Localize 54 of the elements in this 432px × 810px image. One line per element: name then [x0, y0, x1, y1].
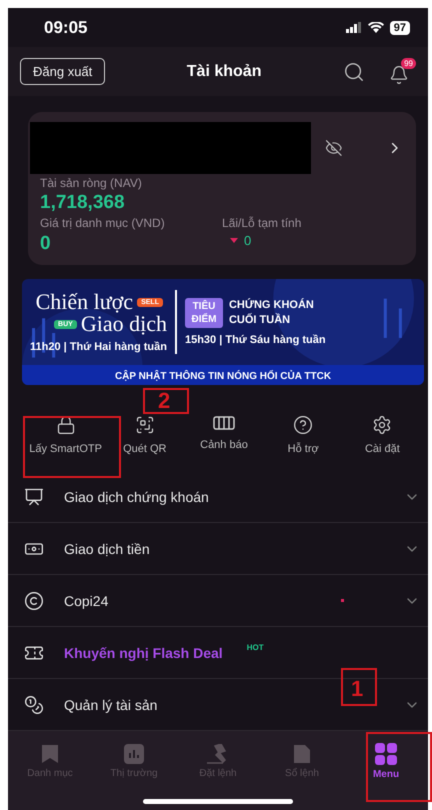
- quick-action[interactable]: Cài đặt: [342, 411, 422, 460]
- quick-action[interactable]: Lấy SmartOTP: [26, 411, 106, 460]
- banner-schedule: 15h30 | Thứ Sáu hàng tuần: [184, 334, 327, 346]
- portfolio-label: Giá trị danh mục (VND): [40, 216, 166, 230]
- grid-icon: [375, 743, 397, 766]
- battery-level: 97: [390, 20, 410, 35]
- annotation-frame: [143, 388, 189, 414]
- hide-icon[interactable]: [324, 139, 342, 158]
- notification-button[interactable]: 99: [389, 58, 416, 86]
- annotation-frame: [341, 668, 377, 706]
- menu-label: Giao dịch tiền: [64, 540, 150, 557]
- bar-chart-icon: [124, 744, 144, 764]
- bars-icon: [212, 415, 235, 432]
- banner-footer-text: CẬP NHẬT THÔNG TIN NÓNG HỔI CỦA TTCK: [114, 370, 332, 382]
- coins-icon: [24, 694, 44, 715]
- nav-tab[interactable]: Menu: [344, 731, 428, 792]
- pnl-value: 0: [222, 233, 404, 248]
- menu-row[interactable]: Copi24: [8, 575, 428, 628]
- banner-title: Chiến lược: [36, 291, 134, 314]
- signal-icon: [346, 22, 362, 34]
- highlight-frame: [366, 732, 432, 802]
- notification-count: 99: [401, 58, 416, 70]
- copy-c-icon: [24, 590, 44, 611]
- menu-row[interactable]: Giao dịch chứng khoán: [8, 471, 428, 524]
- banner-title: Giao dịch: [80, 313, 167, 336]
- qr-scan-icon: [134, 415, 155, 436]
- quick-action[interactable]: Cảnh báo: [184, 411, 264, 460]
- page-title: Tài khoản: [186, 62, 262, 81]
- status-time: 09:05: [44, 18, 88, 38]
- document-icon: [293, 744, 311, 764]
- menu-label: Khuyến nghị Flash Deal: [64, 644, 223, 661]
- logout-button[interactable]: Đăng xuất: [20, 58, 106, 86]
- menu-label: Quản lý tài sản: [64, 696, 158, 713]
- presentation-board-icon: [24, 486, 44, 507]
- quick-action[interactable]: Quét QR: [105, 411, 184, 460]
- pnl-label: Lãi/Lỗ tạm tính: [222, 216, 302, 230]
- menu-label: Copi24: [64, 592, 108, 609]
- portfolio-value: 0: [40, 233, 52, 256]
- search-icon[interactable]: [343, 60, 365, 83]
- nav-value: 1,718,368: [40, 192, 126, 214]
- menu-row[interactable]: Khuyến nghị Flash Deal HOT: [8, 627, 428, 680]
- banner-schedule: 11h20 | Thứ Hai hàng tuần: [30, 341, 167, 354]
- quick-action[interactable]: Hỗ trợ: [264, 411, 343, 460]
- hot-label: HOT: [246, 643, 264, 652]
- banner-title: CHỨNG KHOÁN CUỐI TUẦN: [228, 298, 315, 328]
- nav-label: Tài sản ròng (NAV): [40, 176, 143, 190]
- help-icon: [293, 415, 314, 436]
- annotation-number: 2: [158, 388, 170, 414]
- lock-icon: [56, 415, 76, 436]
- menu-label: Giao dịch chứng khoán: [64, 488, 209, 505]
- menu-row[interactable]: Giao dịch tiền: [8, 523, 428, 576]
- focus-tag: TIÊU ĐIỂM: [184, 298, 223, 328]
- wifi-icon: [368, 22, 384, 34]
- settings-icon: [372, 415, 392, 436]
